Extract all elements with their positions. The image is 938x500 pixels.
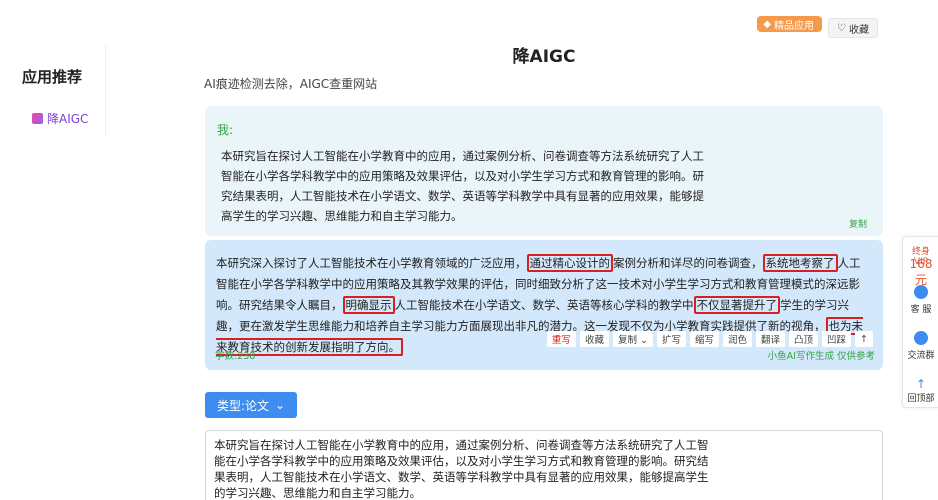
expand-button[interactable]: 扩写: [656, 331, 686, 347]
user-message-text: 本研究旨在探讨人工智能在小学教育中的应用，通过案例分析、问卷调查等方法系统研究了…: [221, 149, 704, 223]
highlight-phrase: 不仅显著提升了: [693, 296, 780, 314]
back-to-top-button[interactable]: ↑ 回顶部: [903, 377, 938, 404]
group-chat-button[interactable]: 交流群: [903, 331, 938, 361]
scroll-up-button[interactable]: ↑: [855, 331, 873, 347]
app-icon: [32, 113, 43, 124]
highlight-phrase: 通过精心设计的: [526, 254, 613, 272]
translate-button[interactable]: 翻译: [755, 331, 785, 347]
input-text: 本研究旨在探讨人工智能在小学教育中的应用，通过案例分析、问卷调查等方法系统研究了…: [214, 438, 709, 500]
sidebar-item-aigc[interactable]: 降AIGC: [32, 110, 88, 127]
heart-icon: ♡: [837, 22, 846, 34]
word-count: 字数:238: [215, 351, 256, 362]
highlight-phrase: 系统地考察了: [762, 254, 838, 272]
ai-response-card: 本研究深入探讨了人工智能技术在小学教育领域的广泛应用， 通过精心设计的 案例分析和详…: [205, 240, 883, 370]
upvote-button[interactable]: 凸顶: [789, 331, 819, 347]
copy-dropdown-button[interactable]: 复制 ⌄: [612, 331, 653, 347]
arrow-up-icon: ↑: [915, 377, 927, 391]
downvote-button[interactable]: 凹踩: [822, 331, 852, 347]
type-select-button[interactable]: 类型:论文 ⌄: [205, 392, 298, 418]
user-message-card: 我: 本研究旨在探讨人工智能在小学教育中的应用，通过案例分析、问卷调查等方法系统…: [205, 106, 883, 236]
headset-icon: [914, 285, 928, 299]
page-subtitle: AI痕迹检测去除，AIGC查重网站: [204, 77, 378, 91]
top-actions: ◆ 精品应用 ♡ 收藏: [757, 16, 878, 38]
customer-service-button[interactable]: 客 服: [903, 285, 938, 315]
user-label: 我:: [217, 123, 234, 137]
shorten-button[interactable]: 缩写: [689, 331, 719, 347]
polish-button[interactable]: 润色: [722, 331, 752, 347]
page-title: 降AIGC: [512, 47, 576, 67]
right-float-bar: 终身VIP 168元 客 服 交流群 ↑ 回顶部: [902, 236, 938, 408]
chevron-down-icon: ⌄: [275, 398, 286, 412]
highlight-phrase: 明确显示: [342, 296, 395, 314]
diamond-icon: ◆: [763, 18, 772, 30]
vip-price[interactable]: 168元: [905, 257, 937, 288]
pro-app-button[interactable]: ◆ 精品应用: [757, 16, 823, 32]
ai-disclaimer: 小鱼AI写作生成 仅供参考: [767, 351, 875, 362]
favorite-button[interactable]: ♡ 收藏: [828, 18, 878, 38]
input-textarea[interactable]: 本研究旨在探讨人工智能在小学教育中的应用，通过案例分析、问卷调查等方法系统研究了…: [205, 430, 883, 500]
ai-toolbar: 重写 收藏 复制 ⌄ 扩写 缩写 润色 翻译 凸顶 凹踩 ↑: [546, 331, 873, 347]
collect-button[interactable]: 收藏: [579, 331, 609, 347]
copy-button[interactable]: 复制: [849, 217, 867, 230]
rewrite-button[interactable]: 重写: [546, 331, 576, 347]
sidebar-title: 应用推荐: [22, 68, 83, 86]
chat-bubble-icon: [914, 331, 928, 345]
